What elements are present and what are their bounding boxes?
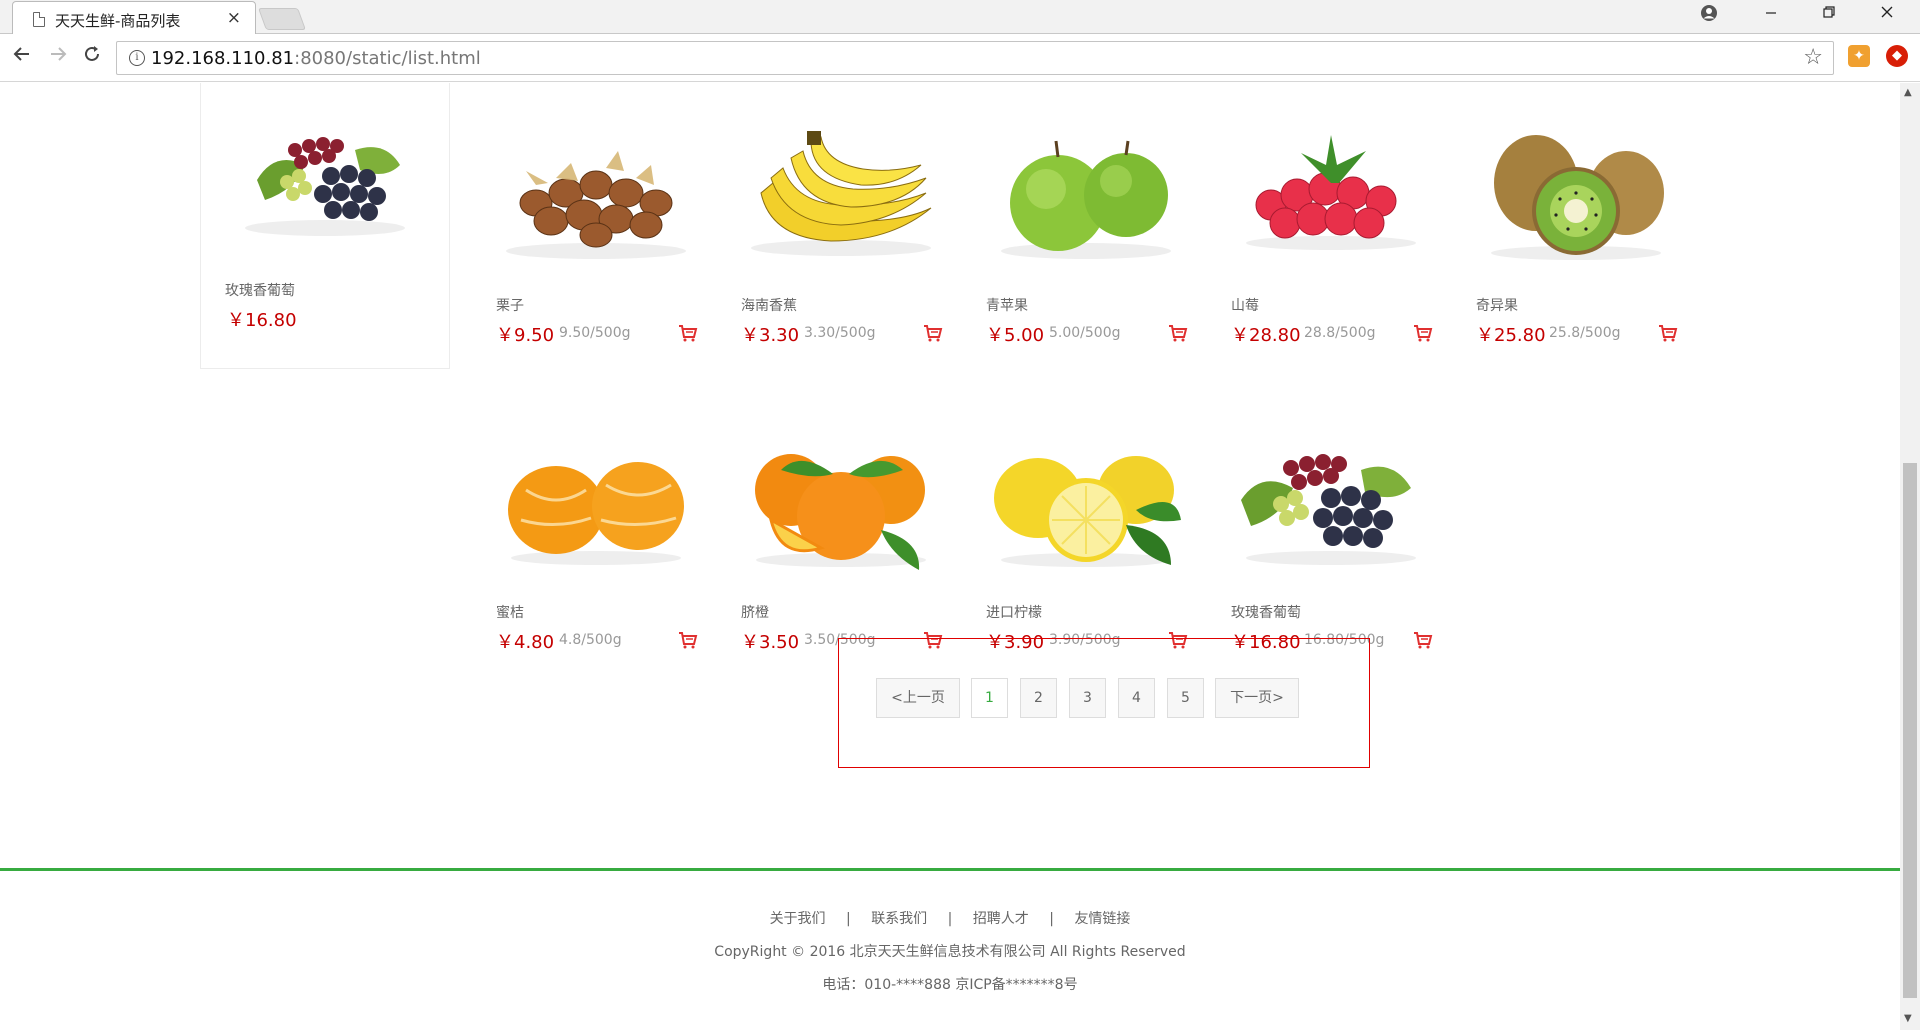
product-image-banana[interactable]	[741, 123, 941, 273]
product-unit: 9.50/500g	[559, 325, 631, 341]
back-icon[interactable]	[8, 44, 36, 70]
product-unit: 3.30/500g	[804, 325, 876, 341]
product-price: ￥28.80	[1231, 325, 1301, 346]
page-button-2[interactable]: 2	[1020, 678, 1057, 718]
scroll-down-arrow-icon[interactable]: ▼	[1904, 1013, 1912, 1024]
profile-icon[interactable]	[1694, 4, 1724, 26]
footer-links: 关于我们 | 联系我们 | 招聘人才 | 友情链接	[0, 908, 1900, 928]
tab-close-icon[interactable]: ×	[227, 8, 241, 28]
product-name[interactable]: 脐橙	[741, 602, 769, 622]
scrollbar-thumb[interactable]	[1903, 463, 1917, 998]
footer-link-friends[interactable]: 友情链接	[1074, 911, 1130, 927]
page-button-4[interactable]: 4	[1118, 678, 1155, 718]
footer-link-contact[interactable]: 联系我们	[871, 911, 927, 927]
product-card[interactable]: 进口柠檬 ￥3.90 3.90/500g	[986, 430, 1188, 670]
footer-link-jobs[interactable]: 招聘人才	[973, 911, 1029, 927]
product-price: ￥9.50	[496, 325, 555, 346]
product-name[interactable]: 山莓	[1231, 295, 1259, 315]
product-price: ￥3.30	[741, 325, 800, 346]
product-price: ￥4.80	[496, 632, 555, 653]
product-unit: 28.8/500g	[1304, 325, 1376, 341]
add-to-cart-icon[interactable]	[1168, 323, 1188, 343]
page-button-5[interactable]: 5	[1167, 678, 1204, 718]
product-image-grape[interactable]	[235, 110, 415, 245]
extension-fox-icon[interactable]: ✦	[1848, 45, 1870, 67]
product-image-kiwi[interactable]	[1476, 123, 1676, 273]
product-image-chestnut[interactable]	[496, 123, 696, 273]
add-to-cart-icon[interactable]	[923, 323, 943, 343]
product-name[interactable]: 青苹果	[986, 295, 1028, 315]
product-card[interactable]: 海南香蕉 ￥3.30 3.30/500g	[741, 123, 943, 363]
page-viewport: 玫瑰香葡萄 ￥16.80 栗子 ￥9.50 9.50/500g 海南香蕉 ￥3.…	[0, 83, 1900, 1030]
product-card[interactable]: 奇异果 ￥25.80 25.8/500g	[1476, 123, 1678, 363]
window-close-icon[interactable]	[1872, 4, 1902, 23]
product-image-navel-orange[interactable]	[741, 430, 941, 580]
tab-strip: 天天生鲜-商品列表 ×	[0, 0, 1920, 35]
footer-separator: |	[1049, 911, 1054, 927]
extension-adblock-icon[interactable]: ◆	[1886, 45, 1908, 67]
product-card[interactable]: 脐橙 ￥3.50 3.50/500g	[741, 430, 943, 670]
page-button-1[interactable]: 1	[971, 678, 1008, 718]
recommend-price: ￥16.80	[227, 310, 297, 331]
product-name[interactable]: 栗子	[496, 295, 524, 315]
product-price: ￥3.50	[741, 632, 800, 653]
forward-icon[interactable]	[44, 44, 72, 70]
scroll-up-arrow-icon[interactable]: ▲	[1904, 87, 1912, 98]
minimize-icon[interactable]	[1756, 4, 1786, 23]
footer-contact-phone: 电话：010-****888 京ICP备*******8号	[822, 977, 1078, 993]
add-to-cart-icon[interactable]	[1413, 323, 1433, 343]
new-tab-button[interactable]	[257, 8, 307, 30]
product-price: ￥25.80	[1476, 325, 1546, 346]
reload-icon[interactable]	[78, 44, 106, 70]
product-unit: 5.00/500g	[1049, 325, 1121, 341]
add-to-cart-icon[interactable]	[1658, 323, 1678, 343]
product-card[interactable]: 栗子 ￥9.50 9.50/500g	[496, 123, 698, 363]
browser-tab[interactable]: 天天生鲜-商品列表 ×	[12, 1, 256, 35]
site-info-icon[interactable]: i	[129, 50, 145, 66]
restore-icon[interactable]	[1814, 4, 1844, 23]
tab-title: 天天生鲜-商品列表	[55, 12, 181, 30]
product-card[interactable]: 山莓 ￥28.80 28.8/500g	[1231, 123, 1433, 363]
product-name[interactable]: 进口柠檬	[986, 602, 1042, 622]
footer-copyright: CopyRight © 2016 北京天天生鲜信息技术有限公司 All Righ…	[714, 944, 1186, 960]
product-card[interactable]: 青苹果 ￥5.00 5.00/500g	[986, 123, 1188, 363]
product-card[interactable]: 玫瑰香葡萄 ￥16.80 16.80/500g	[1231, 430, 1433, 670]
browser-toolbar: i 192.168.110.81:8080/static/list.html ☆…	[0, 34, 1920, 82]
product-name[interactable]: 奇异果	[1476, 295, 1518, 315]
product-image-raspberry[interactable]	[1231, 123, 1431, 273]
recommend-name[interactable]: 玫瑰香葡萄	[225, 280, 295, 300]
product-name[interactable]: 海南香蕉	[741, 295, 797, 315]
product-image-grape[interactable]	[1231, 430, 1431, 580]
page-scrollbar[interactable]: ▲ ▼	[1900, 83, 1920, 1030]
product-image-lemon[interactable]	[986, 430, 1186, 580]
product-price: ￥5.00	[986, 325, 1045, 346]
recommend-card[interactable]: 玫瑰香葡萄 ￥16.80	[200, 83, 450, 369]
document-icon	[33, 12, 45, 27]
product-card[interactable]: 蜜桔 ￥4.80 4.8/500g	[496, 430, 698, 670]
footer-divider	[0, 868, 1900, 871]
footer-separator: |	[846, 911, 851, 927]
product-unit: 4.8/500g	[559, 632, 622, 648]
product-image-green-apple[interactable]	[986, 123, 1186, 273]
prev-page-button[interactable]: <上一页	[876, 678, 960, 718]
page-button-3[interactable]: 3	[1069, 678, 1106, 718]
product-unit: 25.8/500g	[1549, 325, 1621, 341]
product-name[interactable]: 蜜桔	[496, 602, 524, 622]
add-to-cart-icon[interactable]	[1413, 630, 1433, 650]
product-name[interactable]: 玫瑰香葡萄	[1231, 602, 1301, 622]
next-page-button[interactable]: 下一页>	[1215, 678, 1299, 718]
footer-separator: |	[947, 911, 953, 927]
add-to-cart-icon[interactable]	[678, 630, 698, 650]
footer-link-about[interactable]: 关于我们	[770, 911, 826, 927]
add-to-cart-icon[interactable]	[678, 323, 698, 343]
product-image-tangerine[interactable]	[496, 430, 696, 580]
url-text: 192.168.110.81:8080/static/list.html	[151, 48, 481, 69]
bookmark-star-icon[interactable]: ☆	[1803, 45, 1823, 70]
address-bar[interactable]: i 192.168.110.81:8080/static/list.html ☆	[116, 41, 1834, 75]
